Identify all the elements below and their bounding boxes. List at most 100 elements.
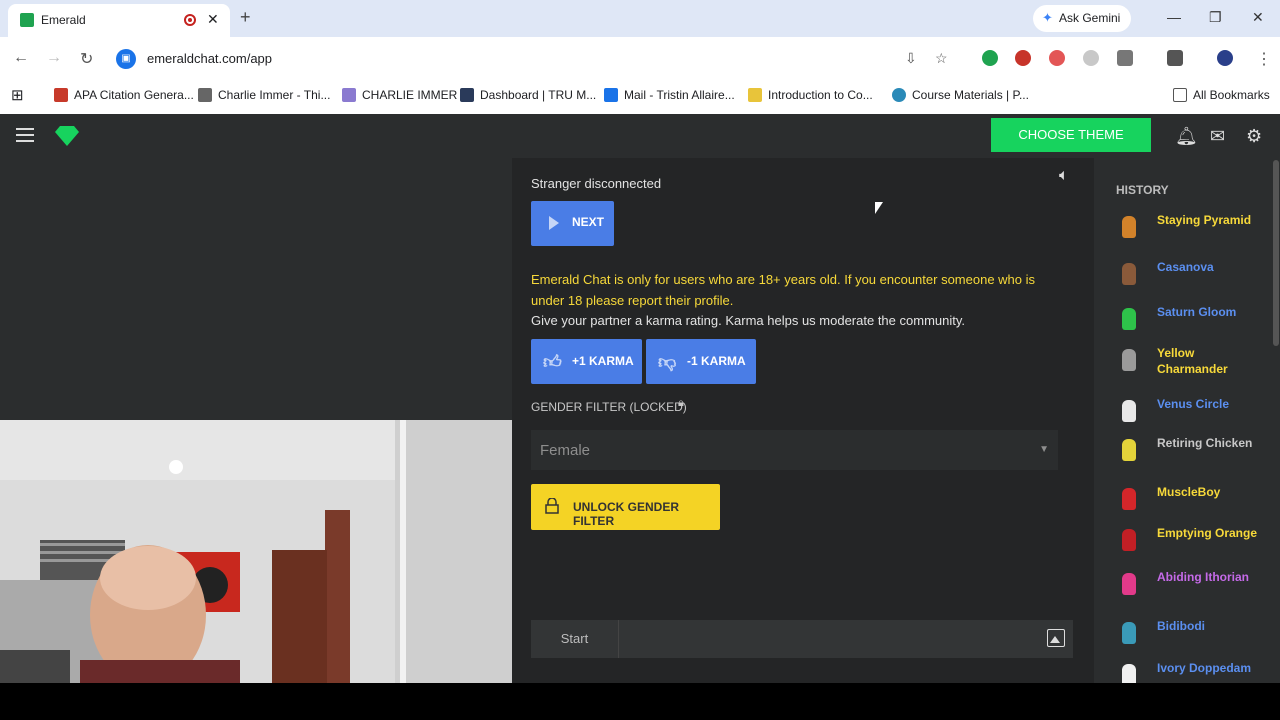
history-name: Staying Pyramid bbox=[1157, 213, 1252, 227]
history-item[interactable]: MuscleBoy bbox=[1116, 484, 1266, 520]
history-name: Retiring Chicken bbox=[1157, 436, 1253, 450]
history-avatar-icon bbox=[1122, 664, 1136, 683]
history-avatar-icon bbox=[1122, 488, 1136, 510]
history-item[interactable]: Emptying Orange bbox=[1116, 525, 1266, 561]
plus-karma-button[interactable]: 👍︎ +1 KARMA bbox=[531, 339, 642, 384]
install-app-icon[interactable]: ⇩ bbox=[905, 50, 917, 67]
minus-karma-button[interactable]: 👎︎ -1 KARMA bbox=[646, 339, 756, 384]
screen-capture-extension-icon[interactable] bbox=[1049, 50, 1065, 66]
window-close-icon[interactable]: ✕ bbox=[1252, 9, 1264, 26]
profile-avatar-icon[interactable] bbox=[1217, 50, 1233, 66]
bookmark-item[interactable]: APA Citation Genera... bbox=[54, 88, 194, 102]
tab-search-icon[interactable] bbox=[1167, 50, 1183, 66]
history-name: Ivory Doppedam bbox=[1157, 661, 1252, 675]
outlook-icon bbox=[604, 88, 618, 102]
browser-menu-icon[interactable]: ⋮ bbox=[1256, 49, 1272, 69]
emerald-logo-icon[interactable] bbox=[55, 126, 79, 146]
apps-grid-icon[interactable]: ⊞ bbox=[11, 86, 24, 104]
message-input-bar[interactable]: Start bbox=[531, 620, 1073, 658]
gender-filter-select[interactable]: Female ▼ bbox=[531, 430, 1058, 470]
reload-icon[interactable]: ↻ bbox=[80, 49, 93, 69]
next-button[interactable]: NEXT bbox=[531, 201, 614, 246]
ask-gemini-button[interactable]: ✦ Ask Gemini bbox=[1033, 5, 1131, 32]
bookmark-item[interactable]: Course Materials | P... bbox=[892, 88, 1029, 102]
hamburger-menu-icon[interactable] bbox=[16, 128, 34, 142]
minimize-icon[interactable]: — bbox=[1167, 9, 1181, 25]
bookmark-item[interactable]: Charlie Immer - Thi... bbox=[198, 88, 330, 102]
restore-icon[interactable]: ❐ bbox=[1209, 9, 1222, 26]
history-scrollbar[interactable] bbox=[1273, 160, 1279, 346]
new-tab-icon[interactable]: + bbox=[240, 7, 251, 28]
url-text: emeraldchat.com/app bbox=[147, 51, 273, 66]
close-tab-icon[interactable]: ✕ bbox=[207, 11, 219, 28]
history-item[interactable]: Casanova bbox=[1116, 259, 1266, 295]
choose-theme-button[interactable]: CHOOSE THEME bbox=[991, 118, 1151, 152]
emerald-favicon-icon bbox=[20, 13, 34, 27]
site-info-icon[interactable]: ▣ bbox=[116, 49, 136, 69]
play-icon bbox=[549, 216, 559, 230]
bookmark-item[interactable]: CHARLIE IMMER bbox=[342, 88, 457, 102]
next-label: NEXT bbox=[572, 215, 605, 229]
history-avatar-icon bbox=[1122, 439, 1136, 461]
history-sidebar: HISTORY Staying Pyramid Casanova Saturn Gl… bbox=[1094, 158, 1280, 683]
megaphone-extension-icon[interactable] bbox=[1015, 50, 1031, 66]
bookmark-item[interactable]: Dashboard | TRU M... bbox=[460, 88, 596, 102]
gender-filter-label: GENDER FILTER (LOCKED) bbox=[531, 400, 687, 414]
mail-icon[interactable]: ✉ bbox=[1210, 126, 1225, 147]
dropdown-arrow-icon: ▼ bbox=[1039, 444, 1049, 455]
image-upload-icon[interactable] bbox=[1047, 629, 1065, 647]
connection-status: Stranger disconnected bbox=[531, 176, 662, 191]
all-bookmarks[interactable]: All Bookmarks bbox=[1173, 88, 1270, 102]
address-bar[interactable]: ▣ emeraldchat.com/app ⇩ ☆ bbox=[112, 43, 960, 75]
minus-karma-label: -1 KARMA bbox=[687, 354, 746, 368]
unlock-label: UNLOCK GENDER FILTER bbox=[573, 500, 680, 528]
grammarly-extension-icon[interactable] bbox=[982, 50, 998, 66]
history-name: Abiding Ithorian bbox=[1157, 570, 1249, 584]
local-webcam-video bbox=[0, 420, 512, 683]
history-item[interactable]: Bidibodi bbox=[1116, 618, 1266, 654]
history-item[interactable]: Staying Pyramid bbox=[1116, 212, 1266, 248]
browser-chrome: Emerald ✕ + ✦ Ask Gemini — ❐ ✕ ← → ↻ ▣ e… bbox=[0, 0, 1280, 114]
bookmark-star-icon[interactable]: ☆ bbox=[935, 50, 948, 67]
link-extension-icon[interactable] bbox=[1083, 50, 1099, 66]
history-name: Yellow Charmander bbox=[1157, 346, 1228, 376]
chat-panel: Stranger disconnected 🔈︎ NEXT Emerald Ch… bbox=[512, 158, 1094, 683]
history-title: HISTORY bbox=[1116, 183, 1169, 197]
lock-icon: 🔒︎ bbox=[678, 397, 684, 409]
ask-gemini-label: Ask Gemini bbox=[1059, 11, 1121, 25]
sound-icon[interactable]: 🔈︎ bbox=[1059, 167, 1069, 185]
webcam-feed-image bbox=[0, 420, 512, 683]
age-warning: Emerald Chat is only for users who are 1… bbox=[531, 272, 1036, 308]
bottom-bar bbox=[0, 683, 1280, 720]
gemini-star-icon: ✦ bbox=[1042, 10, 1053, 25]
thumbs-up-icon: 👍︎ bbox=[543, 352, 562, 372]
history-item[interactable]: Venus Circle bbox=[1116, 396, 1266, 432]
history-avatar-icon bbox=[1122, 263, 1136, 285]
notifications-bell-icon[interactable]: 🔔︎ bbox=[1175, 126, 1198, 147]
bookmark-item[interactable]: Introduction to Co... bbox=[748, 88, 873, 102]
forward-icon[interactable]: → bbox=[46, 49, 62, 67]
unlock-gender-filter-button[interactable]: UNLOCK GENDER FILTER bbox=[531, 484, 720, 530]
thumbs-down-icon: 👎︎ bbox=[658, 352, 677, 372]
tab-title: Emerald bbox=[41, 13, 86, 27]
folder-icon bbox=[1173, 88, 1187, 102]
apa-icon bbox=[54, 88, 68, 102]
settings-gear-icon[interactable]: ⚙ bbox=[1246, 126, 1262, 147]
history-item[interactable]: Ivory Doppedam bbox=[1116, 660, 1266, 683]
emerald-app: CHOOSE THEME 🔔︎ ✉ ⚙ Stranger disconnecte… bbox=[0, 114, 1280, 683]
start-button[interactable]: Start bbox=[531, 620, 619, 658]
materials-icon bbox=[892, 88, 906, 102]
browser-tab[interactable]: Emerald ✕ bbox=[8, 4, 230, 37]
bookmark-item[interactable]: Mail - Tristin Allaire... bbox=[604, 88, 735, 102]
history-item[interactable]: Yellow Charmander bbox=[1116, 345, 1266, 381]
history-item[interactable]: Saturn Gloom bbox=[1116, 304, 1266, 340]
history-avatar-icon bbox=[1122, 349, 1136, 371]
page-icon bbox=[198, 88, 212, 102]
history-item[interactable]: Abiding Ithorian bbox=[1116, 569, 1266, 605]
history-avatar-icon bbox=[1122, 308, 1136, 330]
back-icon[interactable]: ← bbox=[13, 49, 29, 67]
tab-strip: Emerald ✕ + ✦ Ask Gemini — ❐ ✕ bbox=[0, 0, 1280, 37]
history-item[interactable]: Retiring Chicken bbox=[1116, 435, 1266, 471]
history-name: Venus Circle bbox=[1157, 397, 1230, 411]
extensions-puzzle-icon[interactable] bbox=[1117, 50, 1133, 66]
